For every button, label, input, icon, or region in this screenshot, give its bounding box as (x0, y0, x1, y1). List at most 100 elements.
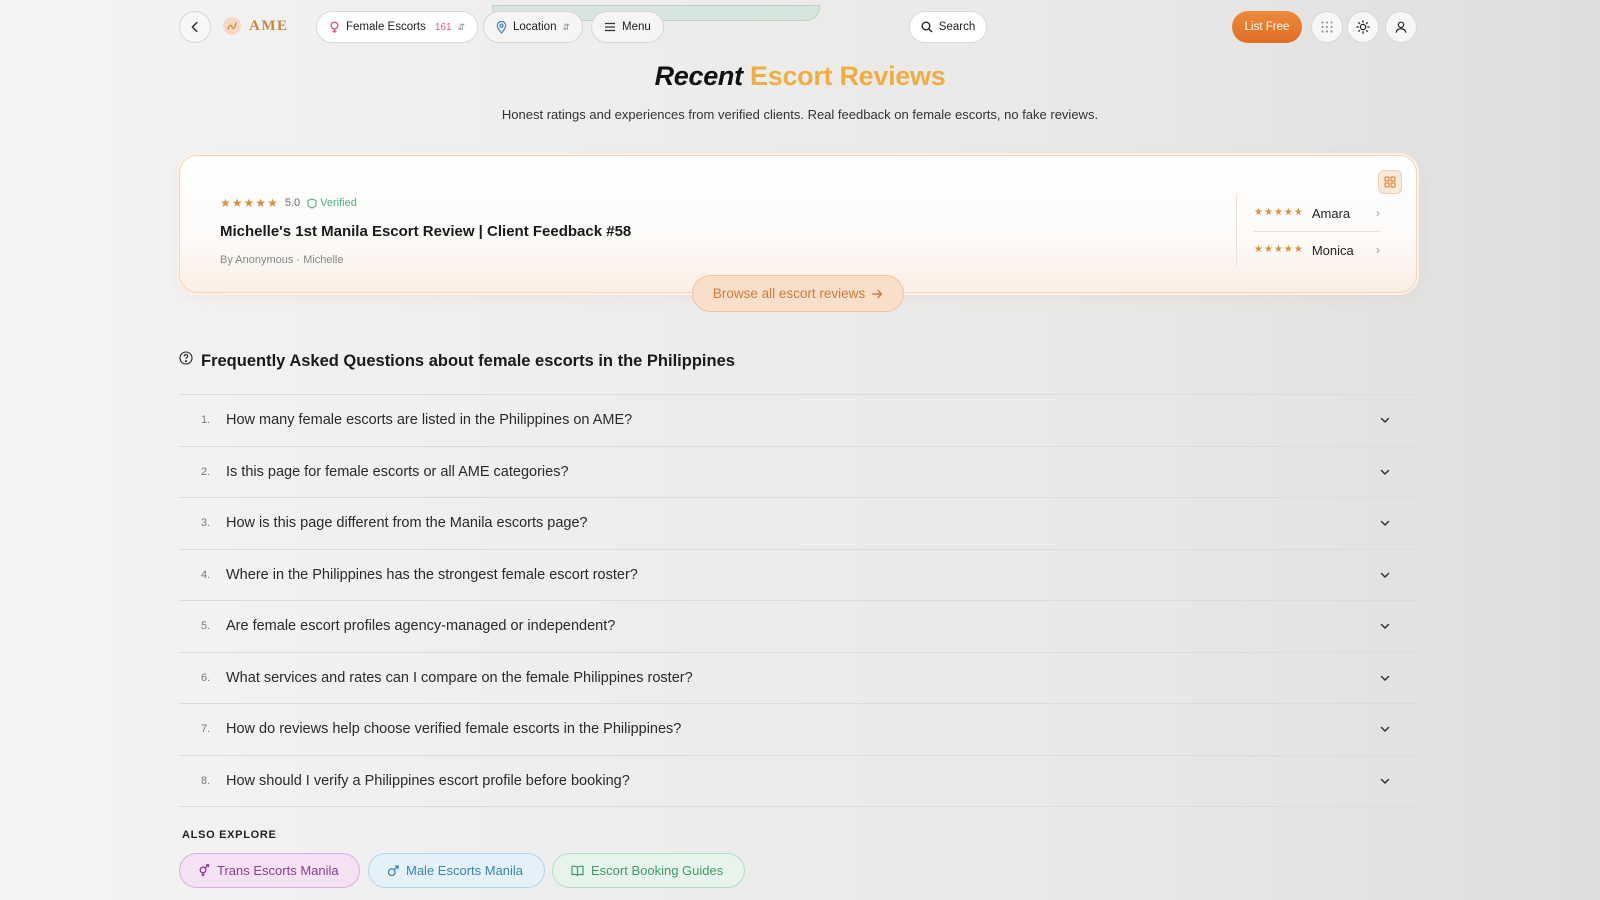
faq-question: Is this page for female escorts or all A… (226, 463, 569, 480)
menu-button[interactable]: Menu (591, 11, 664, 43)
select-arrows-icon: ⇵ (457, 21, 466, 32)
verified-label: Verified (320, 197, 357, 209)
star-rating-icon: ★ ★ ★ ★ ★ (1254, 207, 1303, 218)
chevron-down-icon (1380, 778, 1390, 784)
faq-list: 1. How many female escorts are listed in… (179, 394, 1417, 807)
title-part-recent: Recent (654, 61, 744, 91)
search-button[interactable]: Search (909, 11, 987, 43)
chip-label: Escort Booking Guides (591, 863, 724, 878)
faq-number: 8. (201, 774, 211, 787)
location-label: Location (513, 21, 557, 33)
chip-label: Trans Escorts Manila (217, 863, 339, 878)
question-circle-icon (179, 350, 193, 365)
faq-item[interactable]: 2. Is this page for female escorts or al… (179, 447, 1417, 498)
review-rating: ★ ★ ★ ★ ★ 5.0 Verified (220, 197, 357, 209)
hamburger-icon (605, 22, 615, 32)
arrow-right-icon (872, 289, 883, 298)
faq-number: 2. (201, 465, 211, 478)
review-byline: By Anonymous · Michelle (220, 254, 344, 266)
verified-badge: Verified (307, 197, 357, 209)
account-button[interactable] (1385, 11, 1417, 43)
star-rating-icon: ★ ★ ★ ★ ★ (1254, 244, 1303, 255)
trans-escorts-chip[interactable]: Trans Escorts Manila (179, 853, 360, 888)
faq-item[interactable]: 5. Are female escort profiles agency-man… (179, 601, 1417, 653)
transgender-icon (199, 864, 210, 877)
side-review-name: Monica (1311, 242, 1354, 258)
menu-label: Menu (622, 21, 651, 33)
chip-label: Male Escorts Manila (406, 863, 524, 878)
faq-question: Are female escort profiles agency-manage… (226, 618, 616, 635)
faq-item[interactable]: 3. How is this page different from the M… (179, 498, 1417, 550)
faq-number: 6. (201, 671, 211, 684)
female-icon (330, 21, 339, 33)
browse-label: Browse all escort reviews (712, 286, 866, 301)
shield-check-icon (307, 197, 317, 209)
side-review-item[interactable]: ★ ★ ★ ★ ★ Amara › (1254, 195, 1380, 231)
review-title[interactable]: Michelle's 1st Manila Escort Review | Cl… (220, 223, 631, 240)
booking-guides-chip[interactable]: Escort Booking Guides (552, 853, 745, 888)
logo[interactable]: AME (223, 17, 289, 35)
apps-grid-icon (1321, 21, 1333, 33)
grid-icon (1384, 176, 1396, 188)
faq-number: 5. (201, 620, 211, 633)
featured-review-card[interactable]: ★ ★ ★ ★ ★ 5.0 Verified Michelle's 1st Manila… (179, 155, 1417, 293)
chevron-down-icon (1380, 727, 1390, 732)
side-review-name: Amara (1311, 205, 1351, 221)
chevron-right-icon: › (1376, 206, 1380, 220)
male-escorts-chip[interactable]: Male Escorts Manila (368, 853, 545, 888)
faq-question: How should I verify a Philippines escort… (226, 772, 630, 789)
faq-item[interactable]: 1. How many female escorts are listed in… (179, 395, 1417, 447)
faq-number: 7. (201, 723, 211, 736)
faq-item[interactable]: 6. What services and rates can I compare… (179, 653, 1417, 704)
back-button[interactable] (179, 11, 211, 43)
chevron-down-icon (1380, 469, 1390, 475)
top-navigation: AME Female Escorts 161 ⇵ Location ⇵ Menu… (179, 5, 1417, 43)
user-icon (1395, 21, 1407, 33)
faq-header: Frequently Asked Questions about female … (179, 350, 735, 371)
category-label: Female Escorts (346, 21, 426, 33)
chevron-right-icon: › (1376, 243, 1380, 257)
list-free-button[interactable]: List Free (1232, 11, 1302, 43)
male-icon (387, 864, 399, 876)
theme-toggle-button[interactable] (1347, 11, 1379, 43)
star-rating-icon: ★ ★ ★ ★ ★ (220, 196, 278, 210)
side-review-item[interactable]: ★ ★ ★ ★ ★ Monica › (1254, 232, 1380, 268)
browse-reviews-button[interactable]: Browse all escort reviews (692, 275, 904, 312)
faq-item[interactable]: 4. Where in the Philippines has the stro… (179, 550, 1417, 601)
chevron-down-icon (1380, 521, 1390, 526)
page-title: Recent Escort Reviews (0, 61, 1600, 92)
rating-value: 5.0 (284, 197, 301, 209)
logo-text: AME (249, 17, 289, 34)
faq-item[interactable]: 7. How do reviews help choose verified f… (179, 704, 1417, 756)
sun-icon (1356, 20, 1370, 34)
search-label: Search (938, 21, 976, 33)
faq-question: How do reviews help choose verified fema… (226, 721, 682, 738)
chevron-down-icon (1380, 624, 1390, 629)
chevron-left-icon (191, 21, 198, 33)
location-select[interactable]: Location ⇵ (483, 11, 584, 43)
card-divider (1236, 194, 1237, 266)
faq-number: 1. (201, 414, 211, 427)
faq-question: What services and rates can I compare on… (226, 669, 693, 686)
category-select[interactable]: Female Escorts 161 ⇵ (316, 11, 479, 43)
book-icon (571, 865, 584, 876)
faq-heading: Frequently Asked Questions about female … (201, 352, 735, 370)
title-part-reviews: Escort Reviews (750, 61, 946, 91)
faq-number: 3. (201, 517, 211, 530)
faq-question: How is this page different from the Mani… (226, 515, 588, 532)
faq-number: 4. (201, 568, 211, 581)
faq-question: How many female escorts are listed in th… (226, 412, 633, 429)
grid-view-button[interactable] (1378, 170, 1402, 194)
faq-item[interactable]: 8. How should I verify a Philippines esc… (179, 756, 1417, 807)
logo-mark-icon (223, 17, 241, 35)
faq-question: Where in the Philippines has the stronge… (226, 566, 638, 583)
apps-button[interactable] (1311, 11, 1343, 43)
category-count: 161 (434, 21, 452, 33)
chevron-down-icon (1380, 418, 1390, 423)
also-explore-heading: ALSO EXPLORE (182, 829, 277, 841)
page-subtitle: Honest ratings and experiences from veri… (501, 107, 1099, 122)
chevron-down-icon (1380, 675, 1390, 681)
chevron-down-icon (1380, 572, 1390, 578)
location-pin-icon (496, 20, 507, 34)
search-icon (921, 21, 933, 33)
